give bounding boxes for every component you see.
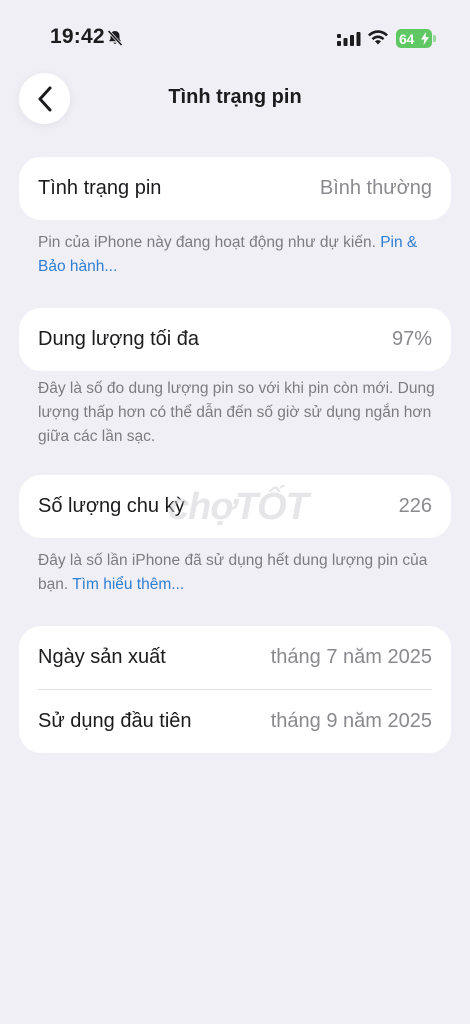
battery-health-value: Bình thường [319,177,432,199]
manufacture-date-row: Ngày sản xuất tháng 7 năm 2025 [19,626,451,689]
page-title: Tình trạng pin [168,86,302,108]
cycle-count-footnote: Đây là số lần iPhone đã sử dụng hết dung… [38,549,438,597]
learn-more-link[interactable]: Tìm hiểu thêm... [72,576,184,593]
manufacture-date-label: Ngày sản xuất [38,646,166,668]
wifi-icon [368,30,388,45]
max-capacity-value: 97% [391,328,432,350]
battery-health-footnote-text: Pin của iPhone này đang hoạt động như dự… [38,234,381,251]
first-use-row: Sử dụng đầu tiên tháng 9 năm 2025 [19,690,451,753]
max-capacity-row: Dung lượng tối đa 97% [19,308,451,371]
status-time: 19:42 [50,25,105,48]
max-capacity-card: Dung lượng tối đa 97% [19,308,451,371]
first-use-label: Sử dụng đầu tiên [38,710,192,732]
max-capacity-footnote: Đây là số đo dung lượng pin so với khi p… [38,380,435,445]
status-bar: 19:42 64 [0,0,470,70]
max-capacity-label: Dung lượng tối đa [38,328,200,350]
signal-icon [337,32,361,46]
battery-health-footnote: Pin của iPhone này đang hoạt động như dự… [38,231,438,279]
bolt-icon [421,32,429,45]
battery-health-label: Tình trạng pin [38,177,162,199]
battery-health-card: Tình trạng pin Bình thường [19,157,451,220]
first-use-value: tháng 9 năm 2025 [270,710,432,732]
battery-level: 64 [399,30,414,47]
battery-health-screen: 19:42 64 Tình trạng pin Tình trạng pin B… [0,0,470,1024]
cycle-count-card: Số lượng chu kỳ 226 [19,475,451,538]
cycle-count-value: 226 [398,495,432,517]
manufacture-date-value: tháng 7 năm 2025 [270,646,432,668]
battery-health-row: Tình trạng pin Bình thường [19,157,451,220]
battery-charging-icon: 64 [396,29,432,48]
dates-card: Ngày sản xuất tháng 7 năm 2025 Sử dụng đ… [19,626,451,753]
cycle-count-row: Số lượng chu kỳ 226 [19,475,451,538]
cycle-count-label: Số lượng chu kỳ [38,495,185,517]
battery-cap [433,35,436,42]
bell-slash-icon [107,29,123,47]
